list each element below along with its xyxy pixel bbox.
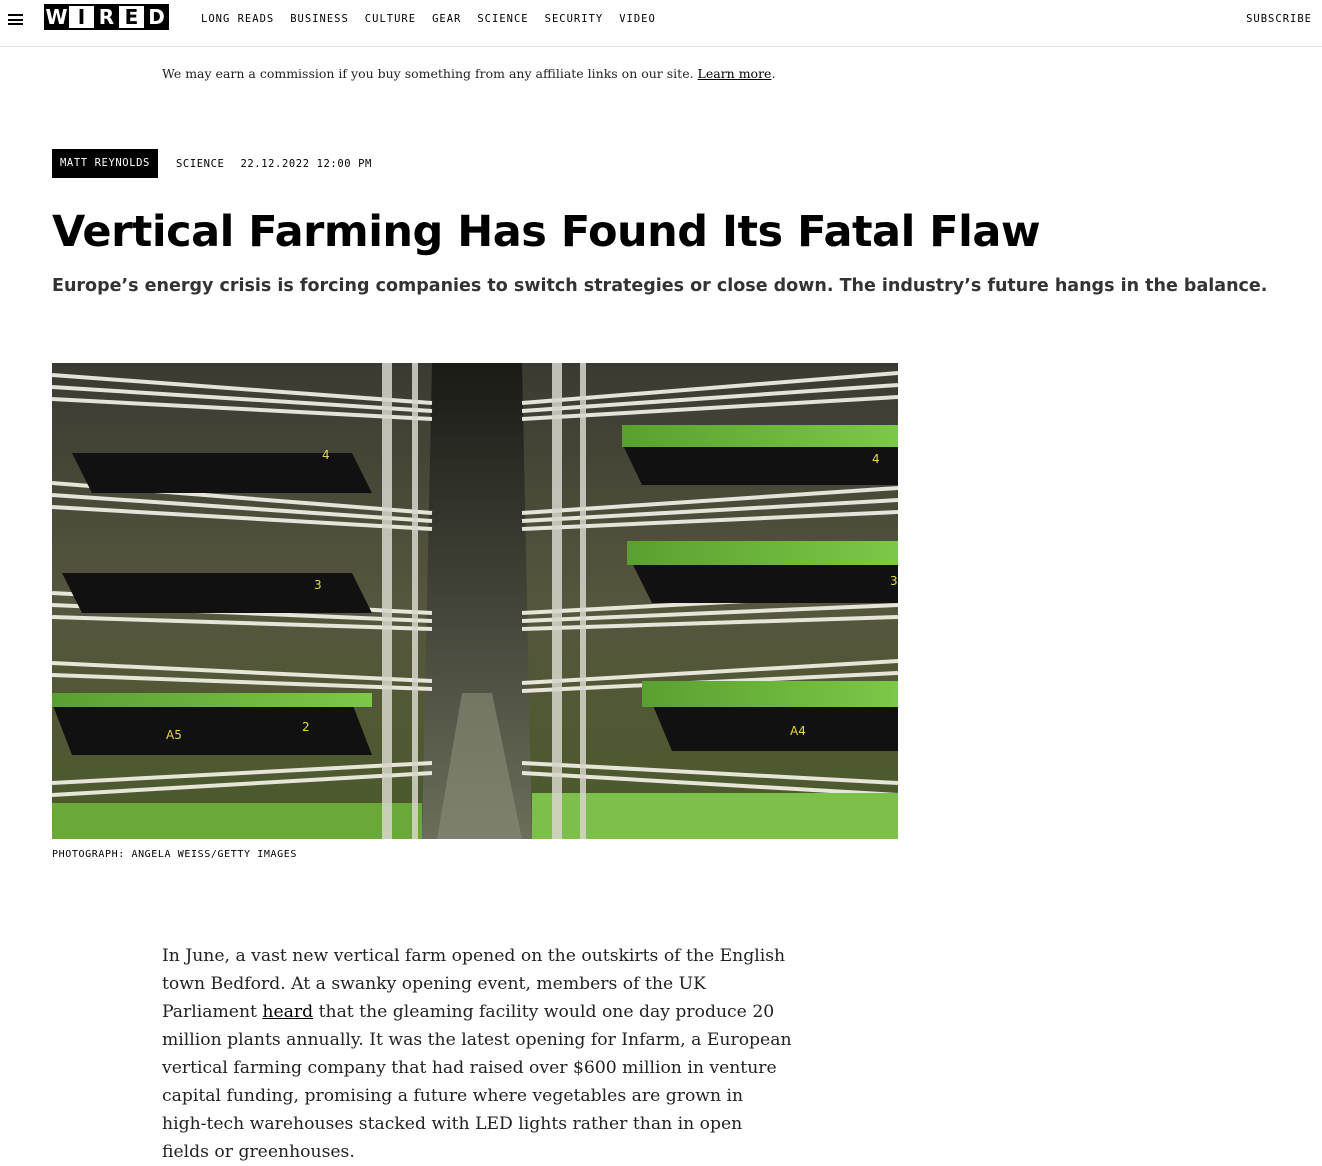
article-title: Vertical Farming Has Found Its Fatal Fla… <box>52 207 1041 257</box>
article-dek: Europe’s energy crisis is forcing compan… <box>52 276 1268 296</box>
author-link[interactable]: MATT REYNOLDS <box>52 149 158 178</box>
nav-link-long-reads[interactable]: LONG READS <box>201 13 274 25</box>
logo-letter: R <box>94 4 119 30</box>
primary-nav: LONG READS BUSINESS CULTURE GEAR SCIENCE… <box>201 13 672 25</box>
hero-image: 4 3 2 A5 4 3 A4 <box>52 363 898 839</box>
heard-link[interactable]: heard <box>262 1002 313 1022</box>
logo-letter: W <box>44 4 69 30</box>
affiliate-period: . <box>771 66 776 81</box>
paragraph-text: that the gleaming facility would one day… <box>162 1002 792 1162</box>
article-meta: MATT REYNOLDS SCIENCE 22.12.2022 12:00 P… <box>52 149 372 178</box>
nav-link-security[interactable]: SECURITY <box>545 13 604 25</box>
nav-link-business[interactable]: BUSINESS <box>290 13 349 25</box>
nav-link-science[interactable]: SCIENCE <box>477 13 528 25</box>
tray-label: 4 <box>322 448 330 462</box>
hamburger-icon[interactable] <box>8 14 23 25</box>
tray-label: 2 <box>302 720 310 734</box>
logo-letter: E <box>119 4 144 30</box>
nav-link-gear[interactable]: GEAR <box>432 13 461 25</box>
nav-link-culture[interactable]: CULTURE <box>365 13 416 25</box>
logo-letter: I <box>69 4 94 30</box>
affiliate-text: We may earn a commission if you buy some… <box>162 66 694 81</box>
photo-caption: PHOTOGRAPH: ANGELA WEISS/GETTY IMAGES <box>52 849 297 860</box>
top-navigation-bar: W I R E D LONG READS BUSINESS CULTURE GE… <box>0 0 1322 47</box>
tray-label: 3 <box>890 574 898 588</box>
wired-logo[interactable]: W I R E D <box>44 4 169 30</box>
logo-letter: D <box>144 4 169 30</box>
tray-label: A4 <box>790 724 806 738</box>
learn-more-link[interactable]: Learn more <box>698 66 772 81</box>
publish-date: 22.12.2022 12:00 PM <box>240 157 372 170</box>
tray-label: 4 <box>872 452 880 466</box>
nav-link-video[interactable]: VIDEO <box>619 13 656 25</box>
rubric-link[interactable]: SCIENCE <box>176 158 224 170</box>
affiliate-disclaimer: We may earn a commission if you buy some… <box>162 66 775 81</box>
subscribe-link[interactable]: SUBSCRIBE <box>1246 13 1312 25</box>
article-paragraph: In June, a vast new vertical farm opened… <box>162 942 792 1166</box>
tray-label: 3 <box>314 578 322 592</box>
tray-label: A5 <box>166 728 182 742</box>
